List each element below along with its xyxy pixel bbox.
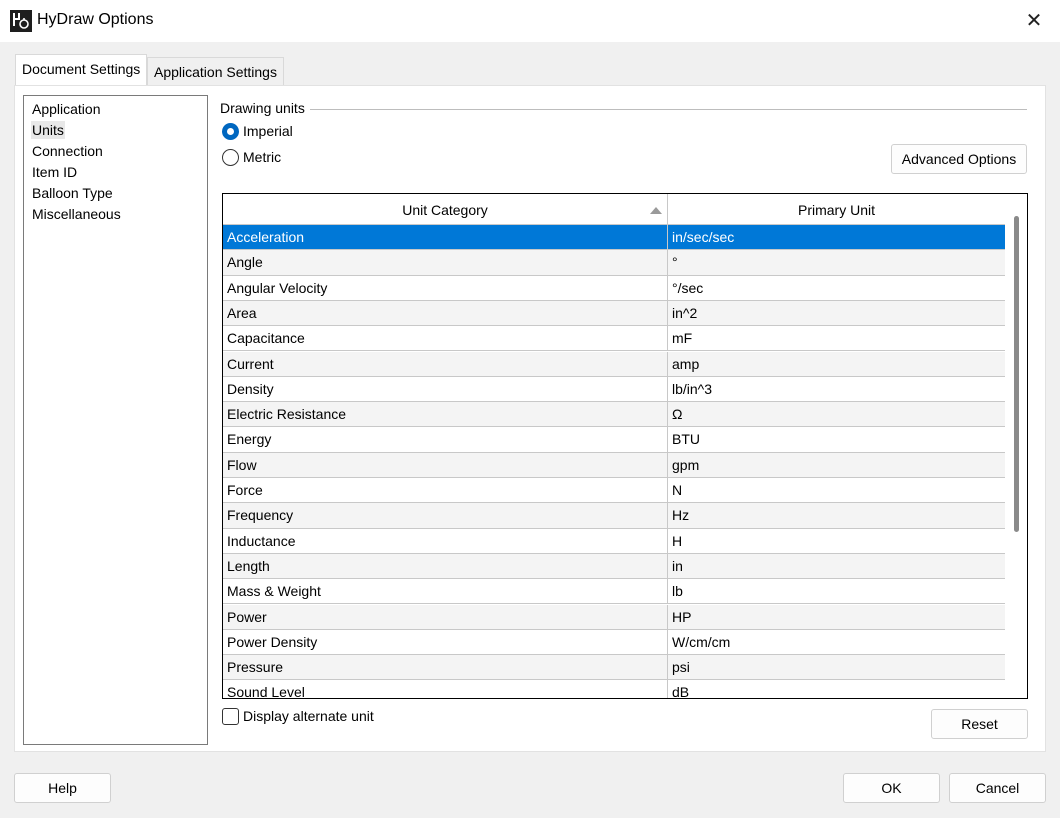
title-bar: HyDraw Options ✕	[0, 0, 1060, 42]
primary-unit-cell[interactable]: gpm	[668, 453, 1005, 478]
primary-unit-cell[interactable]: in/sec/sec	[668, 225, 1005, 250]
table-row[interactable]: Inductance H	[223, 528, 1005, 554]
advanced-options-button[interactable]: Advanced Options	[891, 144, 1027, 174]
primary-unit-cell[interactable]: HP	[668, 605, 1005, 630]
radio-unchecked-icon[interactable]	[222, 149, 239, 166]
unit-category-cell[interactable]: Inductance	[223, 528, 668, 554]
unit-category-cell[interactable]: Current	[223, 351, 668, 377]
nav-item-balloon-type[interactable]: Balloon Type	[31, 184, 114, 202]
imperial-label[interactable]: Imperial	[243, 123, 293, 139]
primary-unit-cell[interactable]: H	[668, 529, 1005, 554]
table-row[interactable]: Angle °	[223, 250, 1005, 276]
metric-label[interactable]: Metric	[243, 149, 281, 165]
table-row[interactable]: Current amp	[223, 351, 1005, 377]
unit-category-cell[interactable]: Length	[223, 553, 668, 579]
unit-category-cell[interactable]: Electric Resistance	[223, 402, 668, 428]
table-row[interactable]: Sound Level dB	[223, 680, 1005, 698]
nav-item-units[interactable]: Units	[31, 121, 65, 139]
unit-category-cell[interactable]: Power Density	[223, 629, 668, 655]
table-row[interactable]: Energy BTU	[223, 427, 1005, 453]
table-row[interactable]: Acceleration in/sec/sec	[223, 225, 1005, 251]
window-title: HyDraw Options	[37, 11, 154, 28]
tab-document-settings[interactable]: Document Settings	[15, 54, 148, 85]
nav-item-application[interactable]: Application	[31, 100, 102, 118]
table-row[interactable]: Area in^2	[223, 300, 1005, 327]
primary-unit-cell[interactable]: in	[668, 554, 1005, 579]
unit-category-cell[interactable]: Energy	[223, 427, 668, 453]
nav-item-miscellaneous[interactable]: Miscellaneous	[31, 205, 122, 223]
unit-category-cell[interactable]: Mass & Weight	[223, 579, 668, 605]
primary-unit-cell[interactable]: BTU	[668, 427, 1005, 452]
group-divider	[310, 109, 1027, 110]
table-row[interactable]: Angular Velocity °/sec	[223, 275, 1005, 301]
primary-unit-cell[interactable]: °	[668, 250, 1005, 275]
table-row[interactable]: Flow gpm	[223, 452, 1005, 478]
nav-item-item-id[interactable]: Item ID	[31, 163, 78, 181]
table-row[interactable]: Force N	[223, 478, 1005, 504]
unit-category-cell[interactable]: Density	[223, 376, 668, 402]
cancel-button[interactable]: Cancel	[949, 773, 1046, 803]
ok-button[interactable]: OK	[843, 773, 940, 803]
column-header-primary-unit[interactable]: Primary Unit	[668, 194, 1005, 225]
table-row[interactable]: Density lb/in^3	[223, 376, 1005, 403]
primary-unit-cell[interactable]: N	[668, 478, 1005, 503]
settings-nav-list[interactable]: Application Units Connection Item ID Bal…	[23, 95, 208, 745]
scrollbar-thumb[interactable]	[1014, 216, 1019, 532]
unit-category-cell[interactable]: Sound Level	[223, 680, 668, 698]
radio-checked-icon[interactable]	[222, 123, 239, 140]
unit-category-cell[interactable]: Area	[223, 300, 668, 326]
primary-unit-cell[interactable]: psi	[668, 655, 1005, 680]
tab-application-settings[interactable]: Application Settings	[147, 57, 284, 85]
unit-category-cell[interactable]: Force	[223, 478, 668, 503]
table-row[interactable]: Pressure psi	[223, 655, 1005, 681]
close-icon[interactable]: ✕	[1018, 6, 1050, 36]
table-row[interactable]: Power HP	[223, 604, 1005, 630]
unit-category-cell[interactable]: Power	[223, 604, 668, 630]
unit-grid[interactable]: Unit Category Primary Unit Acceleration i…	[222, 193, 1028, 699]
table-row[interactable]: Power Density W/cm/cm	[223, 629, 1005, 656]
primary-unit-cell[interactable]: °/sec	[668, 276, 1005, 301]
primary-unit-cell[interactable]: mF	[668, 326, 1005, 351]
primary-unit-cell[interactable]: dB	[668, 680, 1005, 698]
unit-category-cell[interactable]: Angle	[223, 250, 668, 276]
primary-unit-cell[interactable]: lb/in^3	[668, 377, 1005, 402]
help-button[interactable]: Help	[14, 773, 111, 803]
sort-ascending-icon	[650, 207, 662, 214]
checkbox-unchecked-icon[interactable]	[222, 708, 239, 725]
table-row[interactable]: Frequency Hz	[223, 503, 1005, 529]
table-row[interactable]: Mass & Weight lb	[223, 579, 1005, 605]
unit-category-cell[interactable]: Acceleration	[223, 225, 668, 250]
drawing-units-label: Drawing units	[220, 100, 305, 116]
primary-unit-cell[interactable]: Hz	[668, 503, 1005, 528]
grid-header: Unit Category Primary Unit	[223, 194, 1005, 225]
primary-unit-cell[interactable]: W/cm/cm	[668, 630, 1005, 655]
hydraw-app-icon	[10, 10, 32, 32]
nav-item-connection[interactable]: Connection	[31, 142, 104, 160]
reset-button[interactable]: Reset	[931, 709, 1028, 739]
unit-category-cell[interactable]: Capacitance	[223, 326, 668, 352]
primary-unit-cell[interactable]: Ω	[668, 402, 1005, 427]
primary-unit-cell[interactable]: amp	[668, 352, 1005, 377]
grid-vertical-scrollbar[interactable]	[1005, 194, 1027, 698]
unit-category-cell[interactable]: Frequency	[223, 503, 668, 529]
table-row[interactable]: Length in	[223, 553, 1005, 580]
table-row[interactable]: Capacitance mF	[223, 326, 1005, 352]
unit-category-cell[interactable]: Angular Velocity	[223, 275, 668, 301]
display-alternate-unit-label[interactable]: Display alternate unit	[243, 708, 374, 724]
unit-category-cell[interactable]: Flow	[223, 452, 668, 478]
primary-unit-cell[interactable]: in^2	[668, 301, 1005, 326]
primary-unit-cell[interactable]: lb	[668, 579, 1005, 604]
table-row[interactable]: Electric Resistance Ω	[223, 402, 1005, 428]
unit-category-cell[interactable]: Pressure	[223, 655, 668, 681]
column-header-unit-category[interactable]: Unit Category	[223, 194, 668, 225]
